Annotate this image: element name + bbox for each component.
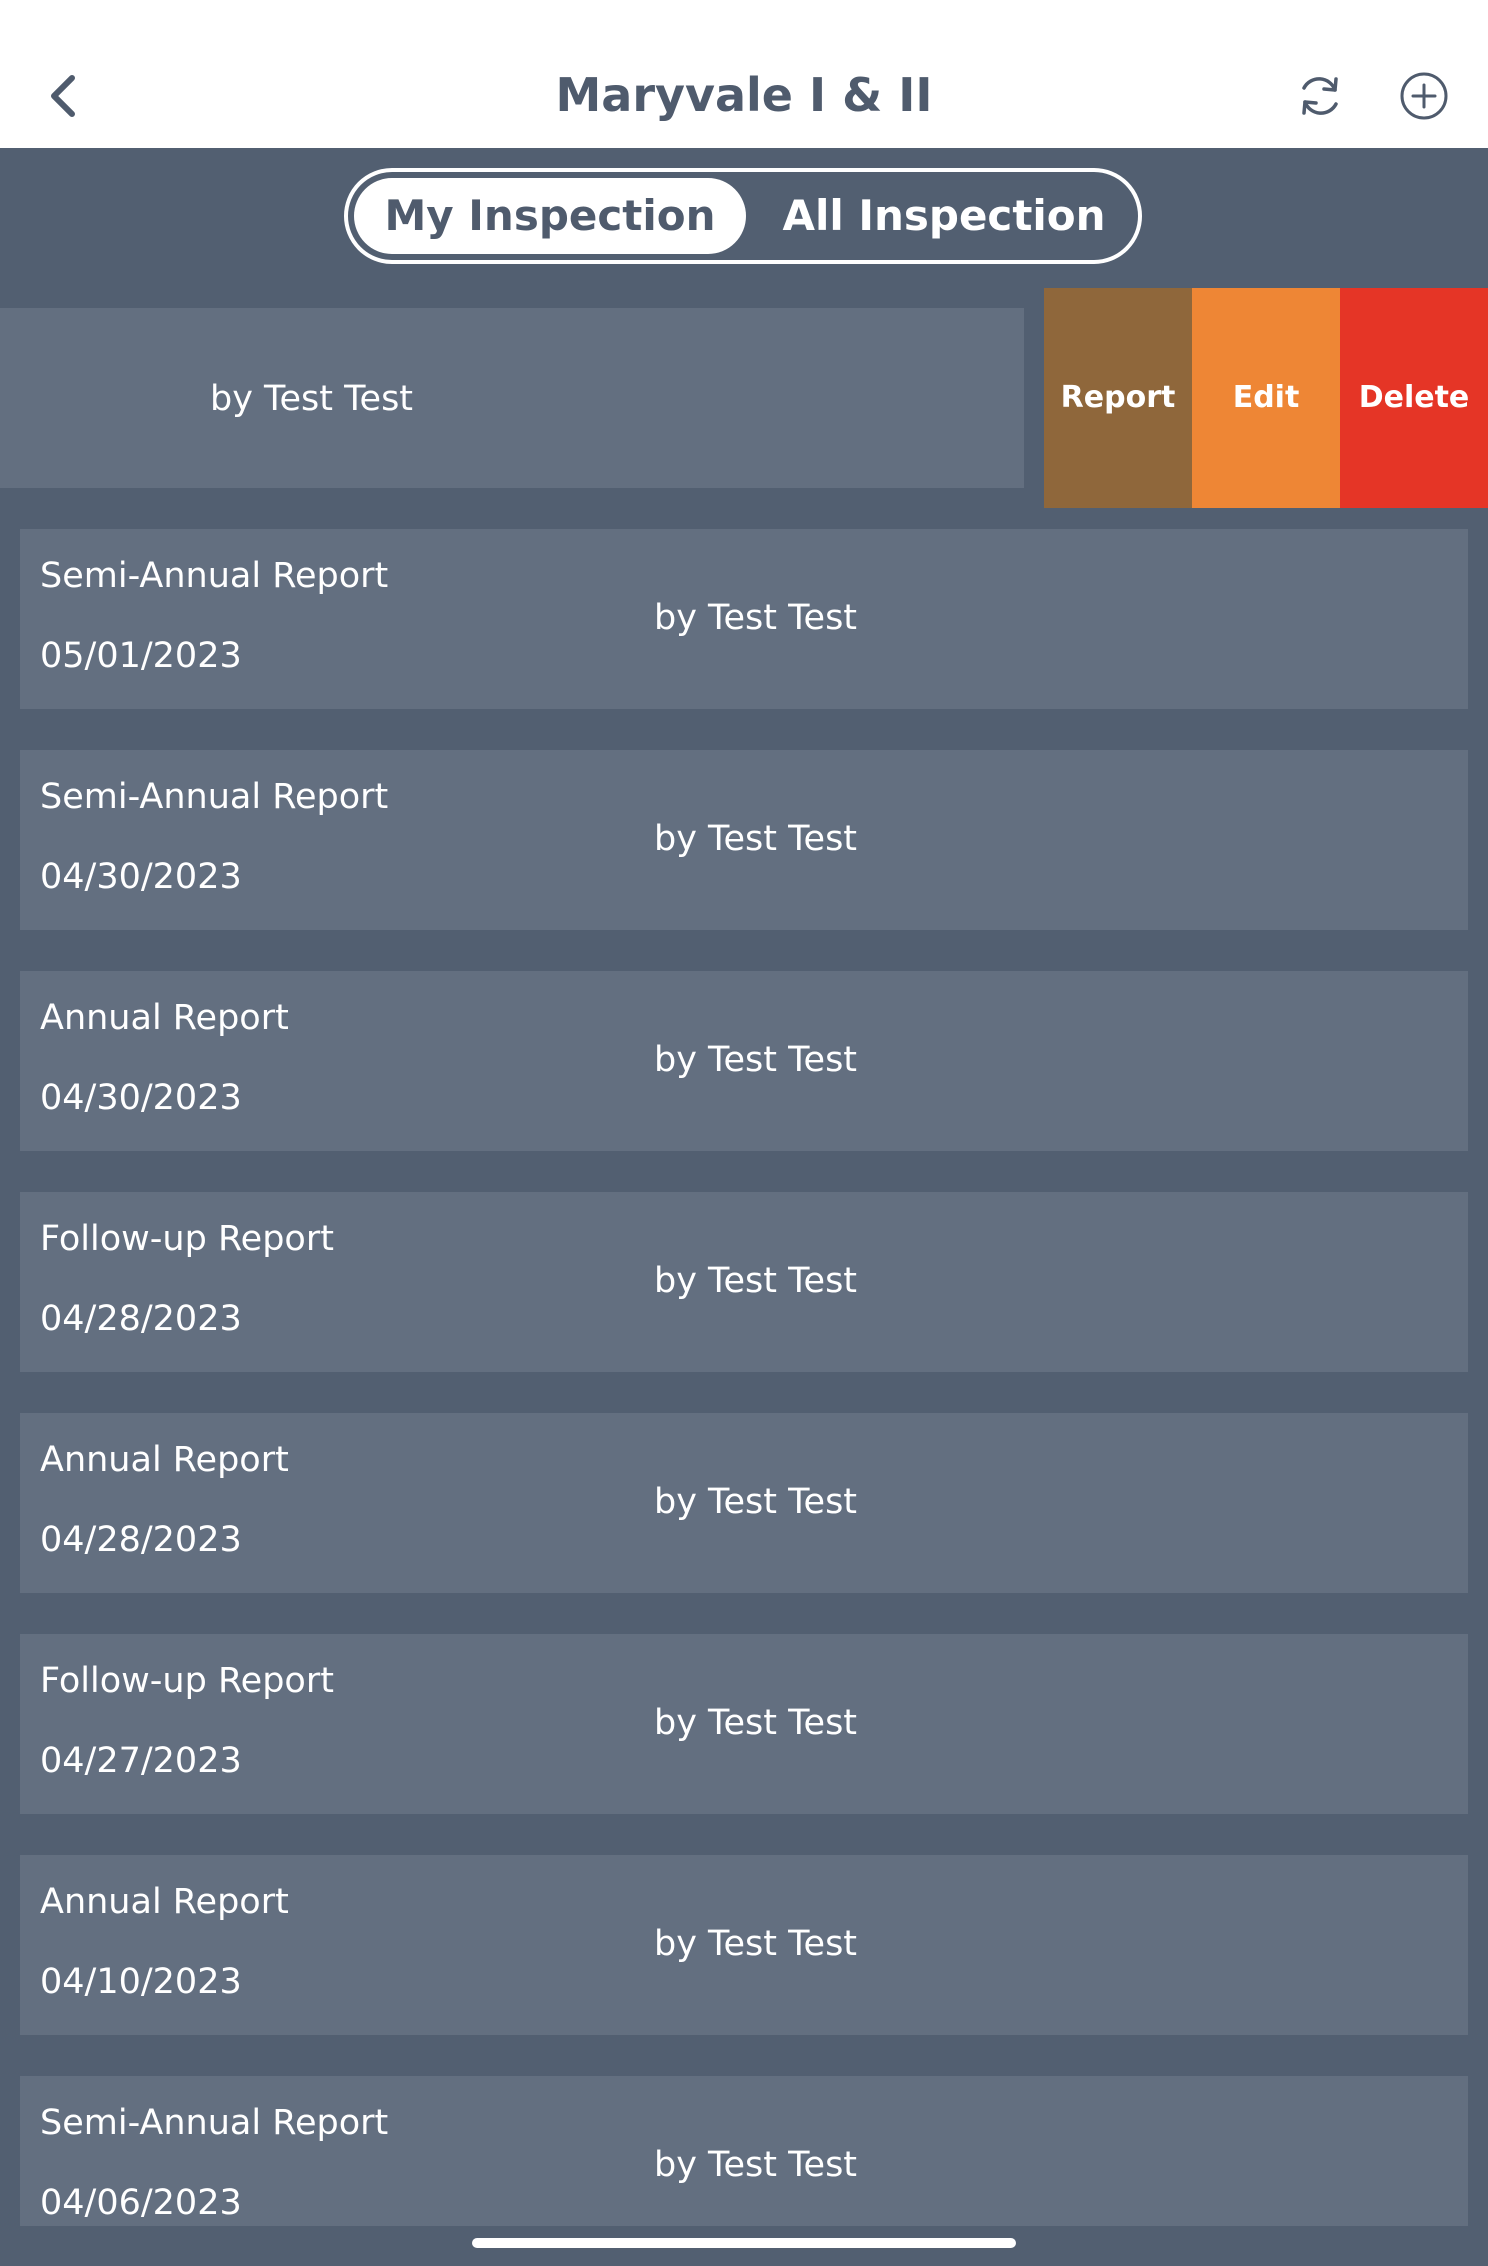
- inspection-row[interactable]: Follow-up Report 04/27/2023 by Test Test: [20, 1634, 1468, 1814]
- row-date: 04/06/2023: [40, 2183, 242, 2223]
- row-title: Annual Report: [40, 998, 289, 1038]
- refresh-button[interactable]: [1294, 70, 1346, 122]
- inspection-filter-segmented-control: My Inspection All Inspection: [344, 168, 1142, 264]
- row-author: by Test Test: [654, 819, 858, 859]
- row-date: 04/10/2023: [40, 1962, 242, 2002]
- page-title: Maryvale I & II: [555, 68, 933, 122]
- home-indicator: [472, 2238, 1016, 2248]
- row-title: Semi-Annual Report: [40, 556, 389, 596]
- plus-circle-icon: [1400, 72, 1448, 120]
- row-author: by Test Test: [654, 1261, 858, 1301]
- row-author: by Test Test: [654, 1482, 858, 1522]
- row-title: Follow-up Report: [40, 1661, 334, 1701]
- row-date: 04/30/2023: [40, 857, 242, 897]
- row-title: Annual Report: [40, 1440, 289, 1480]
- row-date: 04/27/2023: [40, 1741, 242, 1781]
- top-bar: Maryvale I & II: [0, 0, 1488, 148]
- inspection-row[interactable]: Semi-Annual Report 04/30/2023 by Test Te…: [20, 750, 1468, 930]
- tab-all-inspection[interactable]: All Inspection: [758, 178, 1130, 254]
- row-author: by Test Test: [210, 379, 414, 419]
- inspection-row[interactable]: Annual Report 04/10/2023 by Test Test: [20, 1855, 1468, 2035]
- row-date: 04/28/2023: [40, 1299, 242, 1339]
- row-author: by Test Test: [654, 1040, 858, 1080]
- inspection-row[interactable]: Annual Report 04/28/2023 by Test Test: [20, 1413, 1468, 1593]
- inspection-row[interactable]: Follow-up Report 04/28/2023 by Test Test: [20, 1192, 1468, 1372]
- report-button[interactable]: Report: [1044, 288, 1192, 508]
- row-author: by Test Test: [654, 598, 858, 638]
- row-author: by Test Test: [654, 1924, 858, 1964]
- row-author: by Test Test: [654, 1703, 858, 1743]
- inspection-row[interactable]: Annual Report 04/30/2023 by Test Test: [20, 971, 1468, 1151]
- inspection-row[interactable]: Semi-Annual Report 04/06/2023 by Test Te…: [20, 2076, 1468, 2226]
- edit-button[interactable]: Edit: [1192, 288, 1340, 508]
- row-date: 04/28/2023: [40, 1520, 242, 1560]
- row-title: Annual Report: [40, 1882, 289, 1922]
- refresh-icon: [1302, 77, 1338, 115]
- swiped-inspection-row[interactable]: by Test Test: [0, 308, 1024, 488]
- delete-button[interactable]: Delete: [1340, 288, 1488, 508]
- row-title: Follow-up Report: [40, 1219, 334, 1259]
- row-author: by Test Test: [654, 2145, 858, 2185]
- tab-my-inspection[interactable]: My Inspection: [354, 178, 746, 254]
- add-inspection-button[interactable]: [1398, 70, 1450, 122]
- row-title: Semi-Annual Report: [40, 2103, 389, 2143]
- row-date: 05/01/2023: [40, 636, 242, 676]
- row-date: 04/30/2023: [40, 1078, 242, 1118]
- inspection-row[interactable]: Semi-Annual Report 05/01/2023 by Test Te…: [20, 529, 1468, 709]
- row-title: Semi-Annual Report: [40, 777, 389, 817]
